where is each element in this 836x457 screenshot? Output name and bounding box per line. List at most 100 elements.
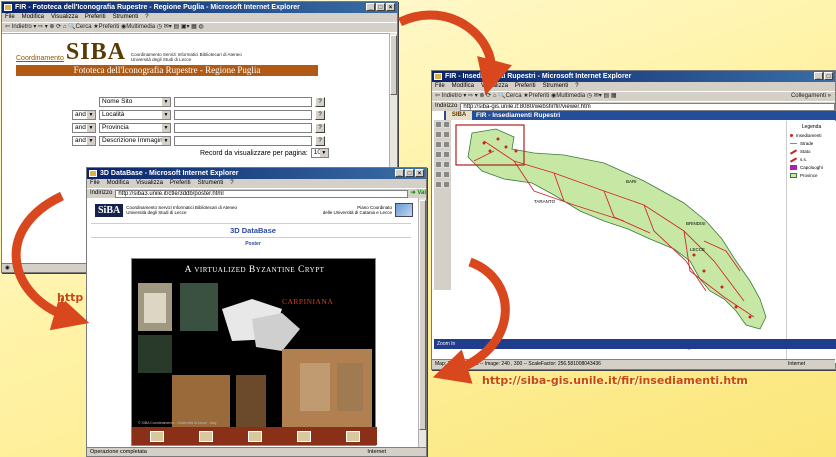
status-icon: ◉ — [5, 265, 10, 271]
status-bar: Operazione completata Internet — [87, 447, 426, 456]
poster-copyright: © SIBA Coordinamento - Università di Lec… — [138, 421, 217, 425]
zoom-out-tool-icon[interactable] — [443, 121, 450, 128]
page-subtitle[interactable]: Poster — [87, 241, 419, 247]
measure-tool-icon[interactable] — [443, 181, 450, 188]
map-tool-panel — [434, 120, 451, 290]
menu-bar: File Modifica Visualizza Preferiti Strum… — [432, 82, 835, 91]
menu-visualizza[interactable]: Visualizza — [481, 82, 508, 91]
menu-modifica[interactable]: Modifica — [107, 179, 129, 188]
menu-help[interactable]: ? — [575, 82, 578, 91]
poster-crypt-name: CARPINIANA — [282, 297, 334, 306]
field-select-2[interactable]: Località — [99, 110, 171, 120]
search-input-1[interactable] — [174, 97, 312, 107]
identify-tool-icon[interactable] — [435, 161, 442, 168]
minimize-button[interactable]: _ — [814, 72, 823, 80]
poster-title: A virtualized Byzantine Crypt — [184, 265, 325, 275]
operator-select-2[interactable]: and — [72, 110, 96, 120]
operator-select-3[interactable]: and — [72, 123, 96, 133]
menu-modifica[interactable]: Modifica — [452, 82, 474, 91]
city-brindisi: BRINDISI — [686, 221, 706, 226]
toolbar[interactable]: ⇦ Indietro ▾ ⇨ ▾ ⊗ ⟳ ⌂ 🔍Cerca ★Preferiti… — [2, 22, 397, 32]
address-input[interactable]: http://siba-gis.unile.it:8080/websfir/fi… — [460, 102, 835, 111]
address-bar: Indirizzo http://siba-gis.unile.it:8080/… — [432, 101, 835, 111]
menu-strumenti[interactable]: Strumenti — [198, 179, 224, 188]
city-lecce: LECCE — [690, 247, 705, 252]
menu-preferiti[interactable]: Preferiti — [170, 179, 191, 188]
window-title: 3D DataBase - Microsoft Internet Explore… — [100, 170, 239, 177]
menu-help[interactable]: ? — [145, 13, 148, 22]
pan-south-icon[interactable] — [443, 141, 450, 148]
scrollbar[interactable] — [418, 198, 426, 447]
links-button[interactable]: Collegamenti » — [791, 92, 831, 101]
menu-help[interactable]: ? — [230, 179, 233, 188]
maximize-button[interactable]: □ — [376, 3, 385, 11]
menu-strumenti[interactable]: Strumenti — [543, 82, 569, 91]
menu-file[interactable]: File — [90, 179, 100, 188]
zoom-in-tool-icon[interactable] — [435, 121, 442, 128]
field-select-4[interactable]: Descrizione Immagine — [99, 136, 171, 146]
menu-visualizza[interactable]: Visualizza — [51, 13, 78, 22]
records-select[interactable]: 10 — [310, 148, 329, 158]
address-input[interactable]: http://siba3.unile.it/ctle/3ddb/poster.h… — [115, 189, 408, 198]
pan-east-icon[interactable] — [443, 151, 450, 158]
toolbar-buttons[interactable]: ⇦ Indietro ▾ ⇨ ▾ ⊗ ⟳ ⌂ 🔍Cerca ★Preferiti… — [435, 93, 617, 99]
menu-bar: File Modifica Visualizza Preferiti Strum… — [87, 179, 426, 188]
crypt-photo-3 — [138, 335, 172, 373]
help-button-2[interactable]: ? — [315, 110, 325, 120]
pan-west-icon[interactable] — [435, 151, 442, 158]
field-select-1[interactable]: Nome Sito — [99, 97, 171, 107]
title-bar: FIR - Fototeca dell'Iconografia Rupestre… — [2, 2, 397, 13]
logo-big-text: SIBA — [65, 39, 126, 65]
menu-file[interactable]: File — [5, 13, 15, 22]
map-view[interactable]: BARI TARANTO BRINDISI LECCE — [454, 121, 784, 363]
legend-title: Legenda — [801, 124, 822, 130]
poster-image[interactable]: A virtualized Byzantine Crypt CARPINIANA… — [131, 258, 377, 446]
crypt-3d-model-2 — [252, 313, 300, 351]
crypt-doorway — [144, 293, 166, 323]
siba-logo: Coordinamento SIBA Coordinamento Servizi… — [16, 39, 318, 65]
puglia-map[interactable]: BARI TARANTO BRINDISI LECCE — [454, 121, 784, 363]
search-input-2[interactable] — [174, 110, 312, 120]
title-bar: 3D DataBase - Microsoft Internet Explore… — [87, 168, 426, 179]
maximize-button[interactable]: □ — [405, 169, 414, 177]
go-button[interactable]: ➔ Vai — [411, 189, 426, 198]
menu-visualizza[interactable]: Visualizza — [136, 179, 163, 188]
window-title: FIR - Fototeca dell'Iconografia Rupestre… — [15, 4, 300, 11]
close-button[interactable]: × — [415, 169, 424, 177]
menu-preferiti[interactable]: Preferiti — [515, 82, 536, 91]
ie-icon — [434, 73, 442, 80]
full-extent-tool-icon[interactable] — [443, 131, 450, 138]
query-tool-icon[interactable] — [443, 171, 450, 178]
search-input-3[interactable] — [174, 123, 312, 133]
operator-select-4[interactable]: and — [72, 136, 96, 146]
menu-preferiti[interactable]: Preferiti — [85, 13, 106, 22]
city-taranto: TARANTO — [534, 199, 556, 204]
pan-north-icon[interactable] — [435, 141, 442, 148]
maximize-button[interactable]: □ — [824, 72, 833, 80]
toolbar[interactable]: ⇦ Indietro ▾ ⇨ ▾ ⊗ ⟳ ⌂ 🔍Cerca ★Preferiti… — [432, 91, 835, 101]
fresco-figure — [300, 363, 330, 411]
info-tool-icon[interactable] — [443, 161, 450, 168]
help-button-3[interactable]: ? — [315, 123, 325, 133]
help-button-4[interactable]: ? — [315, 136, 325, 146]
search-input-4[interactable] — [174, 136, 312, 146]
print-tool-icon[interactable] — [435, 181, 442, 188]
puglia-region-shape[interactable] — [467, 128, 767, 330]
gis-url-label[interactable]: http://siba-gis.unile.it/fir/insediament… — [482, 374, 748, 387]
legend-item: Stato — [789, 148, 833, 155]
records-per-page: Record da visualizzare per pagina: 10 — [200, 148, 329, 158]
menu-modifica[interactable]: Modifica — [22, 13, 44, 22]
menu-strumenti[interactable]: Strumenti — [113, 13, 139, 22]
fir-header: Coordinamento SIBA Coordinamento Servizi… — [16, 39, 318, 76]
select-tool-icon[interactable] — [435, 171, 442, 178]
status-text: Map: 2687S,3 ... 59 -- Image: 240 , 300 … — [435, 361, 601, 367]
menu-file[interactable]: File — [435, 82, 445, 91]
header-right-text-2: delle Università di Catania e Lecce — [322, 210, 392, 215]
minimize-button[interactable]: _ — [366, 3, 375, 11]
close-button[interactable]: × — [386, 3, 395, 11]
minimize-button[interactable]: _ — [395, 169, 404, 177]
help-button-1[interactable]: ? — [315, 97, 325, 107]
ie-icon — [4, 4, 12, 11]
pan-tool-icon[interactable] — [435, 131, 442, 138]
field-select-3[interactable]: Provincia — [99, 123, 171, 133]
